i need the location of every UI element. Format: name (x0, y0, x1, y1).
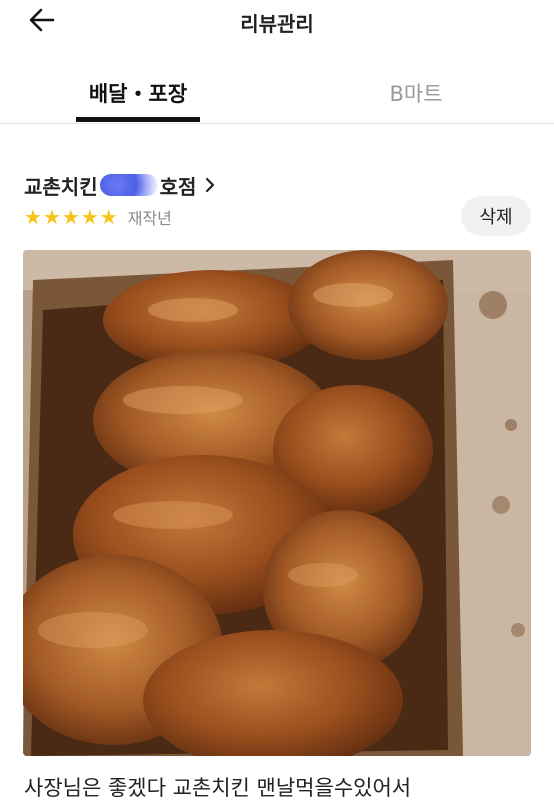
star-icon: ★ (99, 205, 118, 229)
review-photo[interactable] (23, 250, 531, 756)
review-text: 사장님은 좋겠다 교촌치킨 맨날먹을수있어서 (24, 776, 412, 800)
star-icon: ★ (42, 205, 61, 229)
review-date: 재작년 (127, 209, 172, 228)
star-icon: ★ (61, 205, 80, 229)
star-icon: ★ (24, 205, 42, 229)
star-rating: ★ ★ ★ ★ ★ (24, 207, 118, 227)
tab-delivery-pickup[interactable]: 배달・포장 (76, 66, 200, 124)
store-branch-suffix: 호점 (159, 174, 197, 199)
store-link[interactable]: 교촌치킨 호점 (24, 170, 216, 200)
tab-bmart[interactable]: B마트 (354, 66, 478, 124)
rating-row: ★ ★ ★ ★ ★ 재작년 (24, 204, 172, 230)
chevron-right-icon (204, 176, 216, 194)
tab-bar: 배달・포장 B마트 (0, 66, 554, 124)
top-bar: 리뷰관리 (0, 0, 554, 44)
delete-button[interactable]: 삭제 (461, 196, 531, 236)
redacted-store-branch (99, 174, 158, 196)
active-tab-indicator (76, 117, 200, 122)
fried-chicken-photo (23, 250, 531, 756)
page-title: 리뷰관리 (240, 12, 314, 36)
star-icon: ★ (80, 205, 99, 229)
store-name: 교촌치킨 (24, 174, 98, 199)
